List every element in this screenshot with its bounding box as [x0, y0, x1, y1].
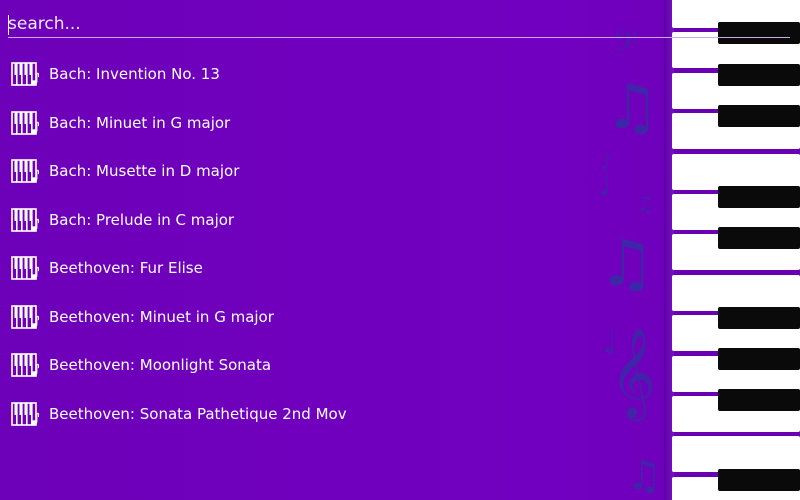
piano-black-key	[718, 227, 800, 249]
song-title: Bach: Prelude in C major	[49, 210, 235, 229]
song-list-item[interactable]: Beethoven: Sonata Pathetique 2nd Mov	[0, 390, 600, 439]
beamed-notes-icon: ♫	[636, 192, 654, 216]
piano-note-icon	[11, 207, 40, 233]
piano-note-icon	[11, 401, 40, 427]
song-title: Beethoven: Sonata Pathetique 2nd Mov	[49, 404, 347, 423]
text-caret	[8, 15, 9, 35]
eighth-note-icon: ♩	[602, 323, 618, 361]
treble-clef-icon: 𝄞	[610, 328, 657, 418]
beamed-notes-icon: ♫	[604, 70, 660, 143]
app-root: 𝄢 ♫ ♪ ♩ ♫ ♫ ♩ 𝄞 ♫ Bach: Invention No. 13…	[0, 0, 800, 500]
piano-black-key	[718, 469, 800, 491]
song-title: Beethoven: Moonlight Sonata	[49, 356, 272, 375]
song-list-item[interactable]: Bach: Invention No. 13	[0, 50, 600, 99]
song-list-item[interactable]: Bach: Minuet in G major	[0, 99, 600, 148]
piano-note-icon	[11, 110, 40, 136]
piano-white-key	[672, 153, 800, 190]
song-title: Bach: Minuet in G major	[49, 113, 231, 132]
song-title: Bach: Musette in D major	[49, 162, 240, 181]
song-list: Bach: Invention No. 13 Bach: Minuet in G…	[0, 50, 600, 438]
piano-black-key	[718, 348, 800, 370]
song-list-item[interactable]: Bach: Musette in D major	[0, 147, 600, 196]
piano-black-key	[718, 105, 800, 127]
search-input[interactable]	[8, 12, 790, 38]
piano-note-icon	[11, 255, 40, 281]
piano-white-key	[672, 274, 800, 311]
piano-black-key	[718, 389, 800, 411]
beamed-notes-icon: ♫	[598, 227, 656, 301]
piano-keys-icon	[664, 0, 800, 500]
song-title: Beethoven: Fur Elise	[49, 259, 203, 278]
piano-note-icon	[11, 158, 40, 184]
music-notes-decoration: 𝄢 ♫ ♪ ♩ ♫ ♫ ♩ 𝄞 ♫	[590, 0, 670, 500]
song-list-item[interactable]: Beethoven: Minuet in G major	[0, 293, 600, 342]
song-title: Bach: Invention No. 13	[49, 65, 220, 84]
piano-note-icon	[11, 352, 40, 378]
piano-black-key	[718, 307, 800, 329]
eighth-note-icon: ♪	[600, 150, 613, 174]
search-bar	[8, 12, 790, 40]
piano-black-key	[718, 64, 800, 86]
piano-white-key	[672, 436, 800, 473]
song-title: Beethoven: Minuet in G major	[49, 307, 274, 326]
piano-note-icon	[11, 61, 40, 87]
beamed-notes-icon: ♫	[626, 453, 662, 499]
piano-note-icon	[11, 304, 40, 330]
song-list-item[interactable]: Bach: Prelude in C major	[0, 196, 600, 245]
song-list-item[interactable]: Beethoven: Moonlight Sonata	[0, 341, 600, 390]
song-list-item[interactable]: Beethoven: Fur Elise	[0, 244, 600, 293]
piano-black-key	[718, 186, 800, 208]
